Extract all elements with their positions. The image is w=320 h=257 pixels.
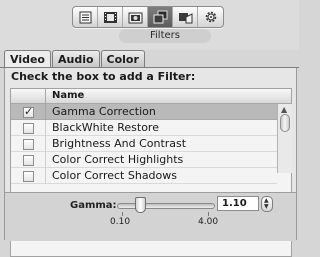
column-divider [45,152,46,168]
gamma-label: Gamma: [70,200,117,211]
slider-min-tick [122,212,123,216]
tab-bar: Video Audio Color [4,50,146,69]
filter-name: Gamma Correction [52,105,156,118]
object-icon [178,12,192,23]
instructions-label: Check the box to add a Filter: [11,70,196,83]
list-icon [79,11,91,23]
object-view-button[interactable] [173,7,198,27]
scroll-thumb[interactable] [280,114,290,132]
list-row[interactable]: Color Correct Highlights [11,152,277,168]
film-icon [103,11,117,23]
stepper-down-icon[interactable]: ▼ [264,204,269,210]
column-divider [45,104,46,120]
list-row[interactable]: Brightness And Contrast [11,136,277,152]
gamma-slider-knob[interactable] [135,197,146,213]
view-segmented-control[interactable] [72,6,224,28]
toolbar-title: Filters [119,29,211,43]
filter-checkbox[interactable] [23,123,34,134]
gear-icon [205,11,216,23]
filter-checkbox[interactable] [23,171,34,182]
slider-min-label: 0.10 [110,217,131,227]
filter-name: Color Correct Shadows [52,169,177,182]
filter-checkbox[interactable]: ✓ [23,105,34,118]
filter-checkbox[interactable] [23,139,34,150]
list-header: Name [11,89,291,104]
layers-icon [153,10,167,24]
filter-parameters: Gamma: 0.10 4.00 1.10 ▲ ▼ [5,192,296,241]
settings-view-button[interactable] [198,7,223,27]
list-row[interactable]: Color Correct Shadows [11,168,277,184]
name-column-header[interactable]: Name [52,89,84,103]
filter-name: Color Correct Highlights [52,153,184,166]
toolbar: Filters [0,0,299,50]
list-scrollbar[interactable]: ▲ [277,104,292,173]
filters-panel: Check the box to add a Filter: Name ✓ Ga… [4,68,297,257]
gamma-slider-track[interactable] [117,203,215,209]
slider-max-tick [208,212,209,216]
tab-audio[interactable]: Audio [51,50,100,68]
column-divider [45,89,46,103]
filters-view-button[interactable] [148,7,173,27]
checkmark-icon: ✓ [24,105,34,118]
filter-name: Brightness And Contrast [52,137,187,150]
slider-max-label: 4.00 [198,217,219,227]
list-row[interactable]: ✓ Gamma Correction [11,104,277,120]
scroll-up-arrow-icon[interactable]: ▲ [281,105,287,114]
gamma-value-field[interactable]: 1.10 [217,196,259,211]
list-view-button[interactable] [73,7,98,27]
column-divider [45,136,46,152]
list-row[interactable]: BlackWhite Restore [11,120,277,136]
filter-name: BlackWhite Restore [52,121,159,134]
gamma-stepper[interactable]: ▲ ▼ [261,196,273,212]
film-view-button[interactable] [98,7,123,27]
camera-view-button[interactable] [123,7,148,27]
tab-color[interactable]: Color [100,50,145,68]
camera-icon [128,12,142,23]
filter-checkbox[interactable] [23,155,34,166]
column-divider [45,168,46,184]
column-divider [45,120,46,136]
